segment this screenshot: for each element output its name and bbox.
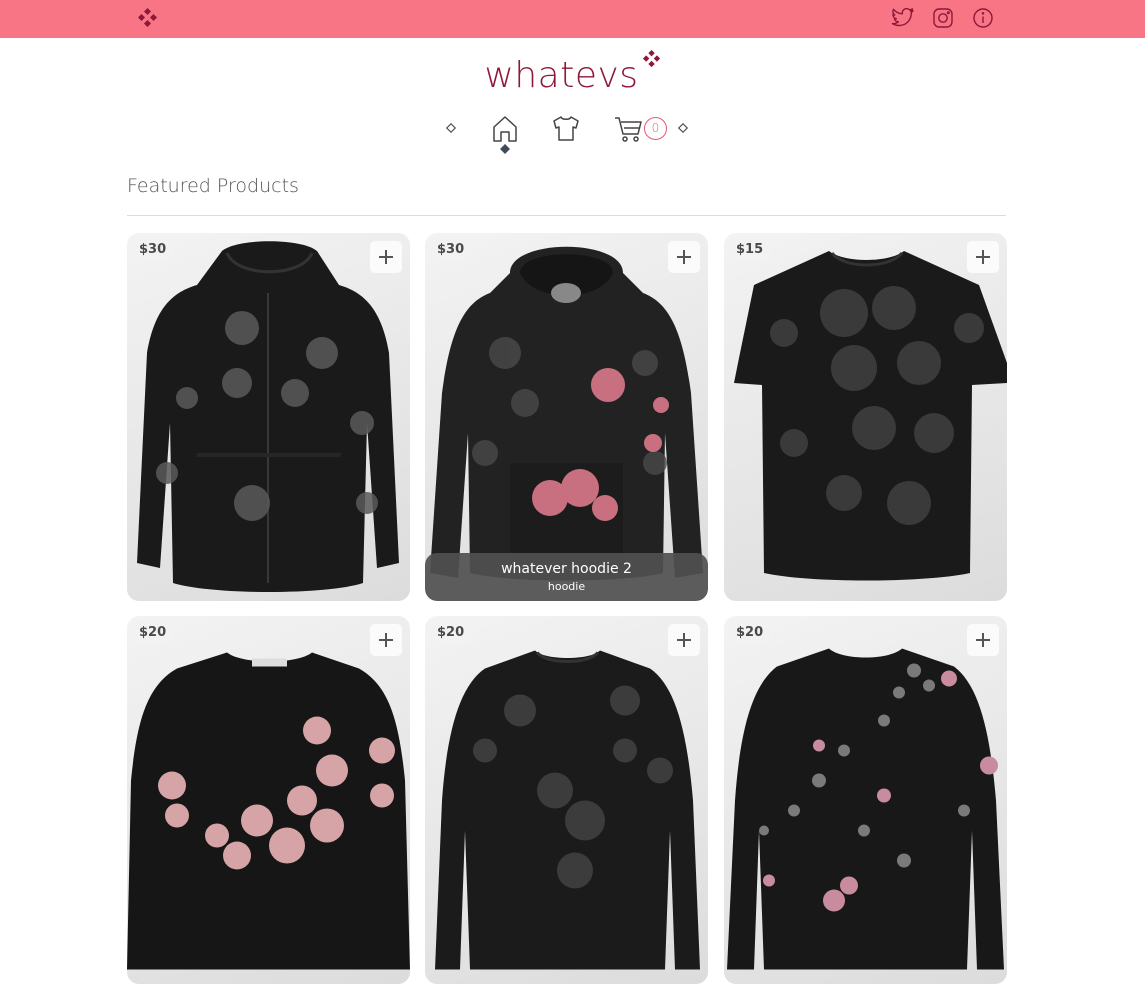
brand-title[interactable]: whatevs <box>484 55 638 96</box>
nav-cart-icon[interactable] <box>613 113 643 145</box>
price-badge: $20 <box>132 621 174 644</box>
product-name: whatever hoodie 2 <box>501 561 632 577</box>
price-badge: $15 <box>729 238 771 261</box>
tshirt-image <box>734 251 1007 581</box>
product-card[interactable]: $20 <box>127 616 410 984</box>
cart-count-badge[interactable]: 0 <box>644 117 667 140</box>
price-badge: $20 <box>430 621 472 644</box>
product-card[interactable]: $20 <box>425 616 708 984</box>
longsleeve-image <box>435 650 700 970</box>
price-badge: $30 <box>132 238 174 261</box>
price-badge: $20 <box>729 621 771 644</box>
nav-right-diamond-icon <box>677 122 689 134</box>
add-to-cart-button[interactable] <box>668 624 700 656</box>
top-bar <box>0 0 1145 38</box>
nav-active-indicator-icon <box>500 144 510 154</box>
zip-hoodie-image <box>137 241 399 592</box>
product-caption: whatever hoodie 2 hoodie <box>425 553 708 601</box>
add-to-cart-button[interactable] <box>967 241 999 273</box>
product-category: hoodie <box>547 580 586 593</box>
add-to-cart-button[interactable] <box>370 241 402 273</box>
instagram-icon[interactable] <box>931 6 955 30</box>
brand-diamond-icon <box>642 50 660 68</box>
sweatshirt-image <box>127 652 410 970</box>
longsleeve-floral-image <box>727 648 1004 970</box>
info-icon[interactable] <box>971 6 995 30</box>
section-divider <box>127 215 1006 216</box>
product-card[interactable]: $30 <box>127 233 410 601</box>
logo-diamond-icon[interactable] <box>138 8 158 28</box>
product-card[interactable]: $15 <box>724 233 1007 601</box>
add-to-cart-button[interactable] <box>370 624 402 656</box>
product-card[interactable]: $30 whatever hoodie 2 hoodie <box>425 233 708 601</box>
add-to-cart-button[interactable] <box>967 624 999 656</box>
brand-header: whatevs <box>0 50 1145 96</box>
product-card[interactable]: $20 <box>724 616 1007 984</box>
nav-home-icon[interactable] <box>490 113 520 145</box>
nav-shirt-icon[interactable] <box>551 113 581 145</box>
section-title: Featured Products <box>127 175 299 197</box>
price-badge: $30 <box>430 238 472 261</box>
hoodie-image <box>430 246 703 581</box>
twitter-icon[interactable] <box>891 6 915 30</box>
add-to-cart-button[interactable] <box>668 241 700 273</box>
nav-left-diamond-icon <box>445 122 457 134</box>
